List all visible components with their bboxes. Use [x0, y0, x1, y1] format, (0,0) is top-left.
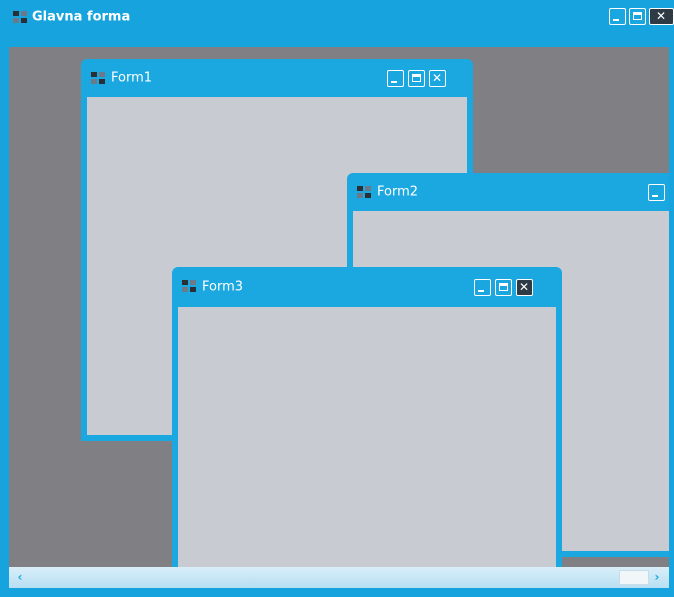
minimize-button[interactable] — [648, 184, 665, 201]
chevron-left-icon[interactable]: ‹ — [12, 569, 28, 586]
maximize-icon — [412, 74, 421, 82]
main-maximize-button[interactable] — [629, 8, 646, 25]
main-minimize-button[interactable] — [609, 8, 626, 25]
maximize-icon — [633, 12, 642, 20]
minimize-icon — [613, 19, 619, 21]
client-area — [178, 307, 556, 567]
main-window-title: Glavna forma — [32, 9, 131, 24]
main-close-button[interactable]: ✕ — [649, 8, 674, 25]
app-icon — [91, 72, 105, 84]
main-window: Glavna forma ✕ Form1 ✕ Form2 Form3 ✕ ‹ › — [0, 0, 674, 597]
minimize-button[interactable] — [387, 70, 404, 87]
chevron-right-icon[interactable]: › — [649, 569, 665, 586]
child-window-title: Form2 — [377, 184, 419, 200]
child-window-title: Form3 — [202, 279, 244, 295]
scrollbar-thumb[interactable] — [619, 570, 649, 585]
maximize-icon — [499, 283, 508, 291]
minimize-icon — [391, 81, 397, 83]
minimize-icon — [478, 290, 484, 292]
maximize-button[interactable] — [408, 70, 425, 87]
close-button[interactable]: ✕ — [429, 70, 446, 87]
close-icon: ✕ — [519, 280, 530, 294]
child-window-title: Form1 — [111, 70, 153, 86]
maximize-button[interactable] — [495, 279, 512, 296]
minimize-icon — [652, 195, 658, 197]
minimize-button[interactable] — [474, 279, 491, 296]
app-icon — [182, 280, 196, 292]
child-window-form3[interactable]: Form3 ✕ — [172, 267, 562, 567]
app-icon — [357, 186, 371, 198]
close-icon: ✕ — [656, 9, 667, 23]
close-button[interactable]: ✕ — [516, 279, 533, 296]
app-icon — [13, 10, 27, 23]
mdi-client-area: Form1 ✕ Form2 Form3 ✕ — [9, 47, 669, 567]
horizontal-scrollbar[interactable]: ‹ › — [9, 567, 669, 588]
close-icon: ✕ — [432, 71, 443, 85]
main-titlebar[interactable]: Glavna forma ✕ — [0, 0, 674, 33]
